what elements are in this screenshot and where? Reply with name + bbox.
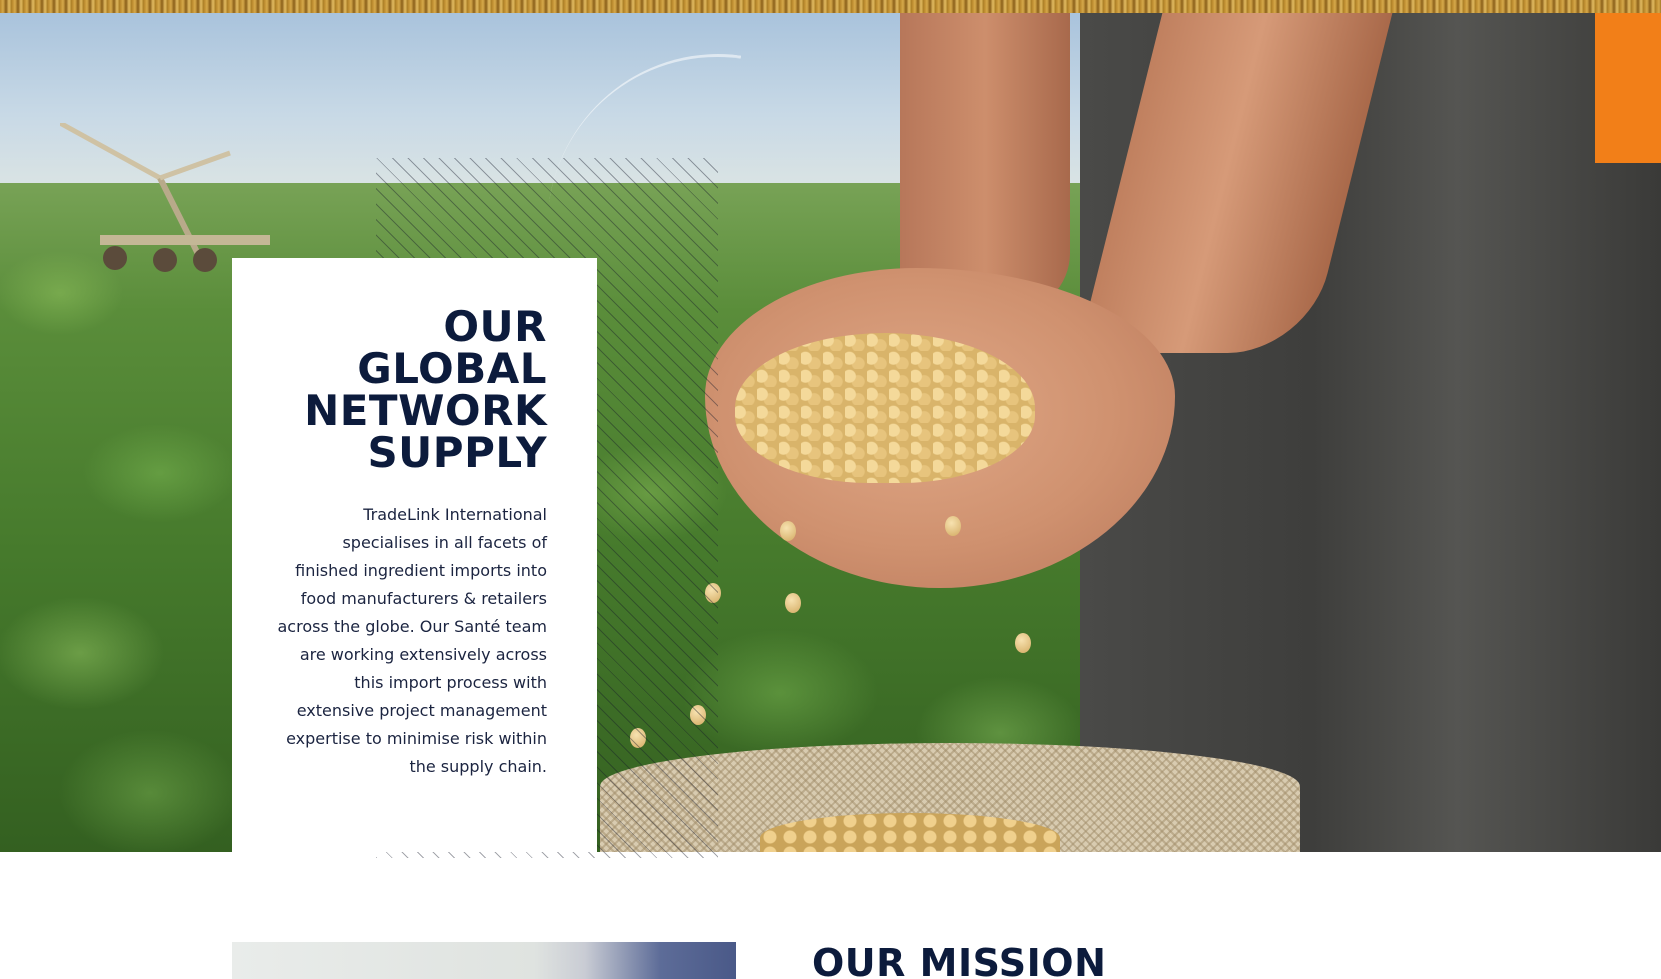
irrigation-sprinkler-image [60, 123, 270, 272]
falling-bean [945, 516, 961, 536]
page: OUR GLOBAL NETWORK SUPPLY TradeLink Inte… [0, 0, 1661, 979]
hero-title-line: NETWORK [304, 386, 547, 435]
falling-bean [785, 593, 801, 613]
falling-bean [780, 521, 796, 541]
hero-title-line: OUR [443, 302, 547, 351]
hero-title-line: SUPPLY [367, 428, 547, 477]
mission-section-image [232, 942, 736, 979]
hero-text-card: OUR GLOBAL NETWORK SUPPLY TradeLink Inte… [232, 258, 597, 852]
hero-title: OUR GLOBAL NETWORK SUPPLY [247, 306, 547, 474]
wheat-banner-image [0, 0, 1661, 13]
hero-description: TradeLink International specialises in a… [277, 505, 548, 776]
falling-bean [1015, 633, 1031, 653]
mission-heading: OUR MISSION [812, 941, 1107, 979]
orange-vest-right-image [1595, 13, 1661, 163]
soybeans-in-hands-image [735, 333, 1035, 483]
hero-title-line: GLOBAL [357, 344, 547, 393]
